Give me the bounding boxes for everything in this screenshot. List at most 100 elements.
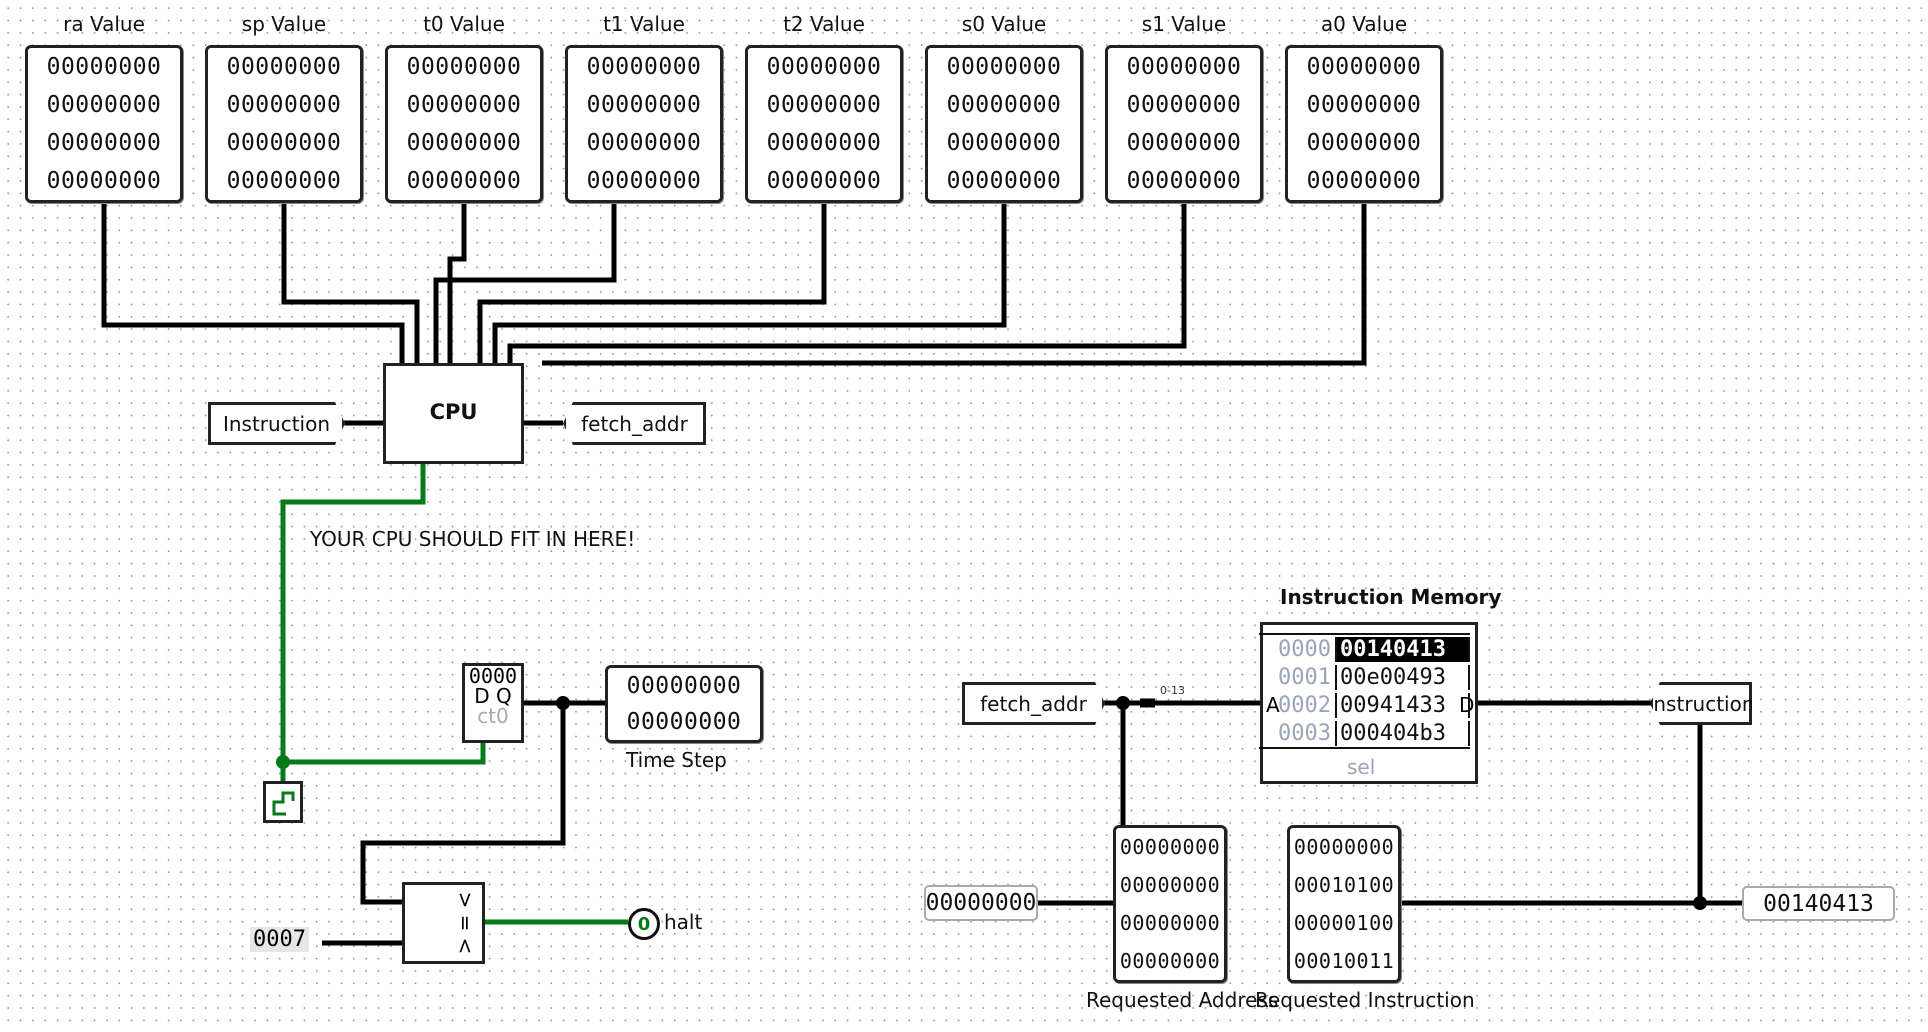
- cpu-label: CPU: [429, 400, 478, 424]
- comparator-eq: =: [453, 914, 478, 932]
- probe-row: 00000000: [226, 53, 342, 80]
- junction: [1116, 696, 1130, 710]
- halt-label: halt: [664, 910, 703, 934]
- probe-row: 00000000: [406, 129, 522, 156]
- memory-fetch-addr-tunnel[interactable]: fetch_addr: [962, 682, 1105, 725]
- probe-row: 00010011: [1293, 949, 1395, 973]
- probe-row: 00000000: [626, 708, 742, 735]
- wire-clock-reg: [283, 741, 486, 765]
- probe-row: 00000000: [946, 91, 1062, 118]
- memory-value: 000404b3: [1335, 720, 1470, 746]
- clock-wave-icon: [272, 791, 295, 816]
- register-probe: 00000000 00000000 00000000 00000000: [565, 45, 723, 203]
- probe-row: 00000000: [406, 167, 522, 194]
- memory-instruction-tunnel[interactable]: Instruction: [1650, 682, 1752, 725]
- splitter-label: 0-13: [1160, 684, 1185, 697]
- requested-address-probe: 00000000 00000000 00000000 00000000: [1113, 825, 1227, 983]
- probe-row: 00000000: [46, 129, 162, 156]
- probe-row: 00000000: [946, 129, 1062, 156]
- register-probe: 00000000 00000000 00000000 00000000: [745, 45, 903, 203]
- probe-row: 00000000: [766, 53, 882, 80]
- register-ctrl: ct0: [477, 704, 509, 728]
- register-title: a0 Value: [1320, 12, 1408, 36]
- register-value: 0000: [468, 664, 518, 688]
- register-title: t2 Value: [783, 12, 865, 36]
- register-title: t1 Value: [603, 12, 685, 36]
- probe-row: 00000000: [626, 672, 742, 699]
- probe-row: 00000000: [1119, 949, 1221, 973]
- probe-row: 00000000: [1126, 91, 1242, 118]
- clock[interactable]: [263, 781, 303, 823]
- register-title: t0 Value: [423, 12, 505, 36]
- memory-fetch-addr-label: fetch_addr: [980, 691, 1087, 716]
- memory-row[interactable]: 0002 00941433: [1259, 691, 1470, 719]
- memory-row[interactable]: 0003 000404b3: [1259, 719, 1470, 747]
- probe-row: 00000000: [1306, 167, 1422, 194]
- register-title: ra Value: [63, 12, 145, 36]
- comparator-lt: <: [453, 937, 478, 955]
- fetch-addr-tunnel-label: fetch_addr: [581, 411, 688, 436]
- instruction-tunnel[interactable]: Instruction: [208, 402, 345, 445]
- probe-row: 00000000: [1306, 91, 1422, 118]
- halt-led-value: 0: [637, 913, 651, 935]
- register-probe: 00000000 00000000 00000000 00000000: [25, 45, 183, 203]
- cpu-note: YOUR CPU SHOULD FIT IN HERE!: [310, 527, 636, 551]
- probe-row: 00000000: [766, 167, 882, 194]
- probe-row: 00000000: [586, 129, 702, 156]
- junction: [556, 696, 570, 710]
- wire-sp: [281, 203, 420, 363]
- sel-label: sel: [1347, 755, 1376, 779]
- probe-row: 00000000: [46, 53, 162, 80]
- instruction-pin[interactable]: 00140413: [1742, 886, 1895, 921]
- wire-clock-cpu: [280, 463, 426, 781]
- requested-address-label: Requested Address: [1086, 988, 1279, 1012]
- time-step-label: Time Step: [626, 748, 727, 772]
- probe-row: 00000000: [1126, 53, 1242, 80]
- probe-row: 00000000: [1293, 835, 1395, 859]
- comparator-gt: >: [453, 891, 478, 909]
- register-title: s0 Value: [961, 12, 1047, 36]
- probe-row: 00000000: [946, 53, 1062, 80]
- register-probe: 00000000 00000000 00000000 00000000: [205, 45, 363, 203]
- comparator[interactable]: > = <: [402, 882, 485, 964]
- probe-row: 00000000: [406, 53, 522, 80]
- probe-row: 00000100: [1293, 911, 1395, 935]
- memory-value: 00140413: [1335, 636, 1470, 662]
- probe-row: 00000000: [766, 91, 882, 118]
- fetch-addr-tunnel[interactable]: fetch_addr: [563, 402, 706, 445]
- wire-t0: [447, 203, 467, 363]
- halt-led: 0: [628, 908, 660, 940]
- wire-s0: [492, 203, 1007, 363]
- probe-row: 00000000: [586, 91, 702, 118]
- requested-instruction-label: Requested Instruction: [1255, 988, 1475, 1012]
- probe-row: 00000000: [1119, 911, 1221, 935]
- register-probe: 00000000 00000000 00000000 00000000: [385, 45, 543, 203]
- probe-row: 00000000: [46, 91, 162, 118]
- memory-title: Instruction Memory: [1280, 585, 1502, 609]
- probe-row: 00000000: [226, 129, 342, 156]
- memory-value: 00e00493: [1335, 664, 1470, 690]
- probe-row: 00000000: [586, 53, 702, 80]
- address-pin[interactable]: 00000000: [924, 885, 1038, 921]
- probe-row: 00000000: [406, 91, 522, 118]
- probe-row: 00000000: [1306, 129, 1422, 156]
- wire-t2: [477, 203, 827, 363]
- constant-0007[interactable]: 0007: [250, 927, 309, 952]
- memory-address: 0002: [1278, 692, 1331, 718]
- probe-row: 00000000: [1306, 53, 1422, 80]
- time-step-register[interactable]: 0000 D Q ct0: [462, 663, 524, 743]
- requested-instruction-probe: 00000000 00010100 00000100 00010011: [1287, 825, 1401, 983]
- memory-row[interactable]: 0001 00e00493: [1259, 663, 1470, 691]
- instruction-memory[interactable]: A D 0000 00140413 0001 00e00493 0002 00941433…: [1259, 622, 1478, 784]
- junction: [1693, 896, 1707, 910]
- memory-address: 0001: [1278, 664, 1331, 690]
- memory-row[interactable]: 0000 00140413: [1259, 635, 1470, 663]
- register-probe: 00000000 00000000 00000000 00000000: [1285, 45, 1443, 203]
- cpu-block[interactable]: CPU: [383, 363, 524, 464]
- instruction-tunnel-label: Instruction: [222, 411, 331, 436]
- memory-value: 00941433: [1335, 692, 1470, 718]
- register-probe: 00000000 00000000 00000000 00000000: [1105, 45, 1263, 203]
- probe-row: 00000000: [1119, 835, 1221, 859]
- time-step-probe: 00000000 00000000: [605, 665, 763, 743]
- probe-row: 00000000: [946, 167, 1062, 194]
